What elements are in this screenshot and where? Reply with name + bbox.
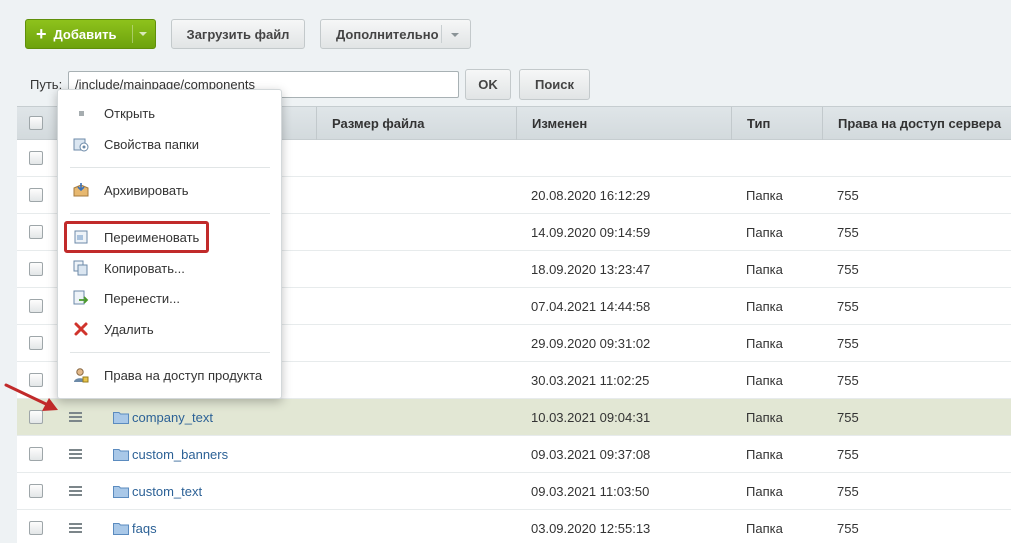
chevron-down-icon[interactable] xyxy=(139,32,147,36)
modified-date: 10.03.2021 09:04:31 xyxy=(531,410,651,425)
select-all-checkbox[interactable] xyxy=(29,116,43,130)
copy-icon xyxy=(73,260,88,276)
row-actions-menu-icon[interactable] xyxy=(69,523,82,534)
menu-item-delete[interactable]: Удалить xyxy=(58,315,281,343)
more-button[interactable]: Дополнительно xyxy=(320,19,471,49)
row-actions-menu-icon[interactable] xyxy=(69,449,82,460)
folder-name[interactable]: company_text xyxy=(132,410,213,425)
menu-item-product-access[interactable]: Права на доступ продукта xyxy=(58,361,281,389)
column-header-size[interactable]: Размер файла xyxy=(316,107,516,140)
server-access-rights: 755 xyxy=(837,225,859,240)
row-checkbox[interactable] xyxy=(29,299,43,313)
folder-name[interactable]: custom_banners xyxy=(132,447,228,462)
modified-date: 18.09.2020 13:23:47 xyxy=(531,262,651,277)
item-type: Папка xyxy=(746,410,783,425)
row-actions-menu-icon[interactable] xyxy=(69,486,82,497)
modified-date: 09.03.2021 11:03:50 xyxy=(531,484,650,499)
chevron-down-icon xyxy=(451,33,459,37)
folder-properties-icon xyxy=(73,138,89,152)
column-header-type[interactable]: Тип xyxy=(731,107,822,140)
server-access-rights: 755 xyxy=(837,262,859,277)
folder-name[interactable]: custom_text xyxy=(132,484,202,499)
row-checkbox[interactable] xyxy=(29,484,43,498)
item-type: Папка xyxy=(746,262,783,277)
folder-icon xyxy=(113,523,129,535)
row-checkbox[interactable] xyxy=(29,521,43,535)
table-row[interactable]: custom_text 09.03.2021 11:03:50 Папка 75… xyxy=(17,473,1011,510)
item-type: Папка xyxy=(746,521,783,536)
modified-date: 07.04.2021 14:44:58 xyxy=(531,299,651,314)
item-type: Папка xyxy=(746,225,783,240)
plus-icon: + xyxy=(36,24,47,44)
toolbar: + Добавить Загрузить файл Дополнительно xyxy=(0,0,1011,56)
more-button-label: Дополнительно xyxy=(336,26,439,42)
server-access-rights: 755 xyxy=(837,447,859,462)
folder-name[interactable]: faqs xyxy=(132,521,157,536)
server-access-rights: 755 xyxy=(837,521,859,536)
item-type: Папка xyxy=(746,373,783,388)
server-access-rights: 755 xyxy=(837,373,859,388)
menu-item-move[interactable]: Перенести... xyxy=(58,284,281,312)
menu-item-folder-properties[interactable]: Свойства папки xyxy=(58,130,281,158)
row-checkbox[interactable] xyxy=(29,336,43,350)
delete-icon xyxy=(74,322,88,336)
server-access-rights: 755 xyxy=(837,188,859,203)
modified-date: 14.09.2020 09:14:59 xyxy=(531,225,651,240)
search-button[interactable]: Поиск xyxy=(519,69,590,100)
menu-item-open[interactable]: Открыть xyxy=(58,99,281,127)
row-checkbox[interactable] xyxy=(29,262,43,276)
product-access-icon xyxy=(74,368,89,383)
upload-file-button[interactable]: Загрузить файл xyxy=(171,19,305,49)
server-access-rights: 755 xyxy=(837,484,859,499)
row-checkbox[interactable] xyxy=(29,225,43,239)
context-menu: Открыть Свойства папки Архивировать Пере… xyxy=(57,89,282,399)
item-type: Папка xyxy=(746,336,783,351)
row-checkbox[interactable] xyxy=(29,447,43,461)
modified-date: 29.09.2020 09:31:02 xyxy=(531,336,651,351)
server-access-rights: 755 xyxy=(837,410,859,425)
modified-date: 03.09.2020 12:55:13 xyxy=(531,521,651,536)
rename-highlight-box xyxy=(64,221,209,253)
row-actions-menu-icon[interactable] xyxy=(69,412,82,423)
modified-date: 30.03.2021 11:02:25 xyxy=(531,373,650,388)
move-icon xyxy=(73,290,89,305)
open-dot-icon xyxy=(79,111,84,116)
modified-date: 09.03.2021 09:37:08 xyxy=(531,447,651,462)
row-checkbox[interactable] xyxy=(29,188,43,202)
item-type: Папка xyxy=(746,299,783,314)
add-button[interactable]: + Добавить xyxy=(25,19,156,49)
row-checkbox[interactable] xyxy=(29,151,43,165)
table-row[interactable]: faqs 03.09.2020 12:55:13 Папка 755 xyxy=(17,510,1011,543)
table-row[interactable]: custom_banners 09.03.2021 09:37:08 Папка… xyxy=(17,436,1011,473)
server-access-rights: 755 xyxy=(837,336,859,351)
folder-icon xyxy=(113,486,129,498)
table-row-selected[interactable]: company_text 10.03.2021 09:04:31 Папка 7… xyxy=(17,399,1011,436)
item-type: Папка xyxy=(746,188,783,203)
item-type: Папка xyxy=(746,484,783,499)
ok-button[interactable]: OK xyxy=(465,69,511,100)
item-type: Папка xyxy=(746,447,783,462)
archive-icon xyxy=(73,183,89,197)
modified-date: 20.08.2020 16:12:29 xyxy=(531,188,651,203)
column-header-server-access[interactable]: Права на доступ сервера xyxy=(822,107,1011,140)
folder-icon xyxy=(113,412,129,424)
menu-item-archive[interactable]: Архивировать xyxy=(58,176,281,204)
server-access-rights: 755 xyxy=(837,299,859,314)
add-button-label: Добавить xyxy=(53,26,117,42)
column-header-modified[interactable]: Изменен xyxy=(516,107,731,140)
menu-item-copy[interactable]: Копировать... xyxy=(58,254,281,282)
folder-icon xyxy=(113,449,129,461)
